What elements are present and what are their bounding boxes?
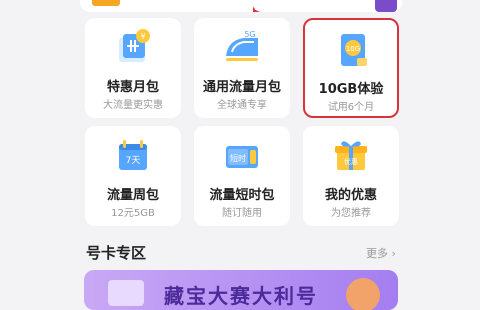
- tile-10gb-trial[interactable]: 10G 10GB体验 试用6个月: [303, 18, 399, 118]
- tile-title: 我的优惠: [324, 188, 377, 203]
- banner-text: 藏宝大赛大利号: [164, 284, 318, 308]
- section-title: 号卡专区: [86, 244, 147, 262]
- tile-subtitle: 试用6个月: [327, 102, 375, 113]
- tile-universal-monthly[interactable]: 5G 通用流量月包 全球通专享: [194, 18, 290, 118]
- tile-subtitle: 随订随用: [222, 208, 262, 219]
- tile-title: 特惠月包: [106, 80, 159, 95]
- 10g-sim-card-icon: 10G: [341, 34, 367, 66]
- banner-mascot-icon: [346, 278, 380, 310]
- tile-title: 通用流量月包: [202, 80, 281, 95]
- tile-weekly-pack[interactable]: 7天 流量周包 12元5GB: [85, 126, 181, 226]
- tile-my-offers[interactable]: 优惠 我的优惠 为您推荐: [303, 126, 399, 226]
- promo-banner[interactable]: 藏宝大赛大利号: [84, 270, 398, 310]
- 10g-badge-text: 10G: [346, 45, 360, 53]
- tile-subtitle: 大流量更实惠: [103, 100, 163, 111]
- 5g-train-icon: 5G: [226, 30, 258, 61]
- tile-title: 流量短时包: [209, 188, 275, 203]
- tile-subtitle: 12元5GB: [111, 208, 155, 219]
- tile-title: 10GB体验: [318, 82, 384, 97]
- calendar-7-days-icon: 7天: [119, 140, 147, 170]
- section-more-link[interactable]: 更多 ›: [366, 245, 396, 261]
- banner-document-icon: [108, 280, 144, 306]
- tile-subtitle: 全球通专享: [217, 100, 267, 111]
- short-time-badge-text: 短时: [230, 153, 246, 163]
- tile-discount-monthly[interactable]: ¥ 特惠月包 大流量更实惠: [85, 18, 181, 118]
- offer-badge-text: 优惠: [344, 157, 358, 166]
- svg-text:¥: ¥: [140, 32, 145, 41]
- short-time-ticket-icon: 短时: [226, 146, 258, 168]
- coin-wallet-icon: ¥: [119, 29, 150, 62]
- tile-title: 流量周包: [106, 188, 159, 203]
- gift-box-icon: 优惠: [335, 141, 367, 170]
- previous-card-purple-icon: [375, 0, 397, 12]
- tile-short-time-pack[interactable]: 短时 流量短时包 随订随用: [194, 126, 290, 226]
- 7day-badge-text: 7天: [126, 156, 141, 166]
- previous-card-orange-icon: [92, 0, 120, 6]
- svg-text:5G: 5G: [244, 30, 255, 39]
- tile-subtitle: 为您推荐: [331, 208, 371, 219]
